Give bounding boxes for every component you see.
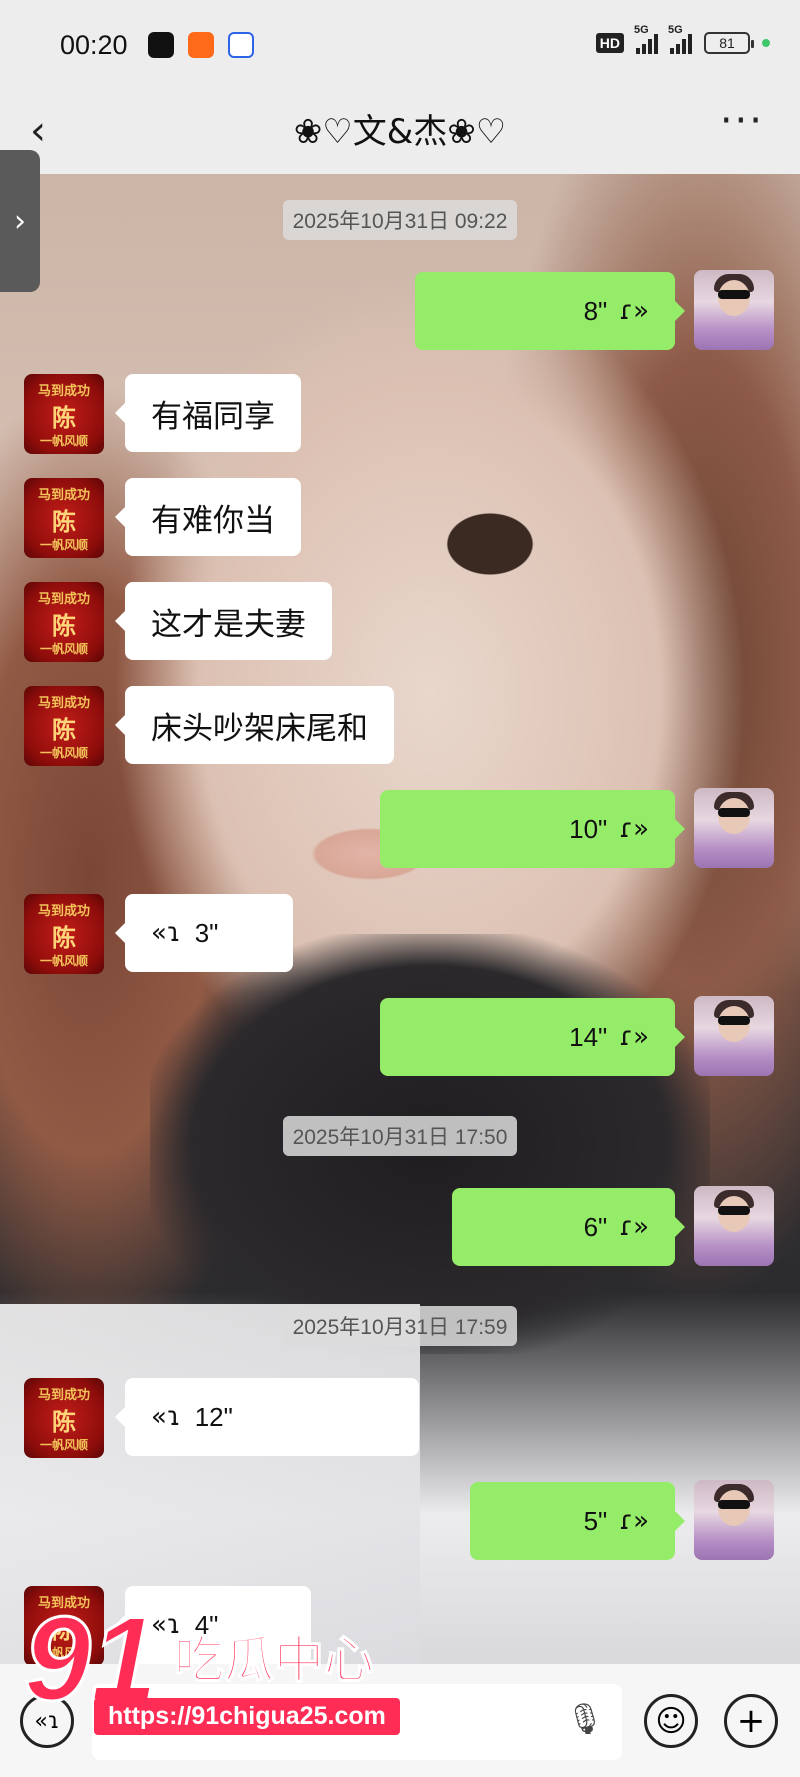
voice-wave-icon: «ɿ [151,918,181,948]
kuaishou-icon [188,32,214,58]
status-time: 00:20 [60,30,128,60]
text-message-bubble[interactable]: 这才是夫妻 [115,582,332,660]
emoji-icon: ☺ [655,1703,687,1739]
voice-message-bubble[interactable]: 6" ɾ» [452,1188,685,1266]
avatar-self[interactable] [694,270,774,350]
watermark-text: 吃瓜中心 [173,1630,375,1690]
text-message-bubble[interactable]: 有福同享 [115,374,301,452]
chat-title: ❀♡文&杰❀♡ [293,112,507,152]
voice-message-bubble[interactable]: 10" ɾ» [380,790,685,868]
status-bar: 00:20 HD 5G 5G 81 [0,0,800,90]
voice-wave-icon: ɾ» [619,1506,649,1536]
avatar-contact[interactable]: 马到成功陈一帆风顺 [24,894,104,974]
tiktok-icon [148,32,174,58]
voice-message-bubble[interactable]: 14" ɾ» [380,998,685,1076]
voice-wave-icon: ɾ» [619,814,649,844]
voice-message-bubble[interactable]: «ɿ 12" [115,1378,419,1456]
more-functions-button[interactable]: + [724,1694,778,1748]
text-message-bubble[interactable]: 有难你当 [115,478,301,556]
plus-icon: + [736,1701,766,1741]
more-options-button[interactable]: ··· [720,98,764,144]
avatar-self[interactable] [694,788,774,868]
avatar-contact[interactable]: 马到成功陈一帆风顺 [24,374,104,454]
avatar-contact[interactable]: 马到成功陈一帆风顺 [24,686,104,766]
chat-area[interactable]: 2025年10月31日 09:22 8" ɾ» 马到成功陈一帆风顺 有福同享 马到… [0,174,800,1664]
voice-message-bubble[interactable]: 5" ɾ» [470,1482,685,1560]
watermark-url: https://91chigua25.com [94,1698,400,1735]
timestamp: 2025年10月31日 17:50 [0,1116,800,1156]
floating-expand-button[interactable]: › [0,150,40,292]
text-message-bubble[interactable]: 床头吵架床尾和 [115,686,394,764]
voice-wave-icon: «ɿ [151,1402,181,1432]
avatar-contact[interactable]: 马到成功陈一帆风顺 [24,1378,104,1458]
emoji-button[interactable]: ☺ [644,1694,698,1748]
voice-wave-icon: ɾ» [619,1212,649,1242]
chat-header: › ‹ ❀♡文&杰❀♡ ··· [0,90,800,292]
baidu-icon [228,32,254,58]
avatar-contact[interactable]: 马到成功陈一帆风顺 [24,582,104,662]
watermark: 91 吃瓜中心 https://91chigua25.com [22,1590,424,1750]
avatar-self[interactable] [694,1186,774,1266]
privacy-indicator [762,39,770,47]
avatar-contact[interactable]: 马到成功陈一帆风顺 [24,478,104,558]
voice-message-bubble[interactable]: «ɿ 3" [115,894,293,972]
signal-icon: 5G [634,24,658,54]
timestamp: 2025年10月31日 17:59 [0,1306,800,1346]
hd-badge: HD [595,33,624,53]
voice-wave-icon: ɾ» [619,1022,649,1052]
battery-icon: 81 [704,32,754,54]
avatar-self[interactable] [694,996,774,1076]
timestamp: 2025年10月31日 09:22 [0,200,800,240]
microphone-icon[interactable]: 🎙 [566,1702,604,1737]
avatar-self[interactable] [694,1480,774,1560]
voice-wave-icon: ɾ» [619,296,649,326]
voice-message-bubble[interactable]: 8" ɾ» [415,272,685,350]
signal-icon-2: 5G [668,24,692,54]
